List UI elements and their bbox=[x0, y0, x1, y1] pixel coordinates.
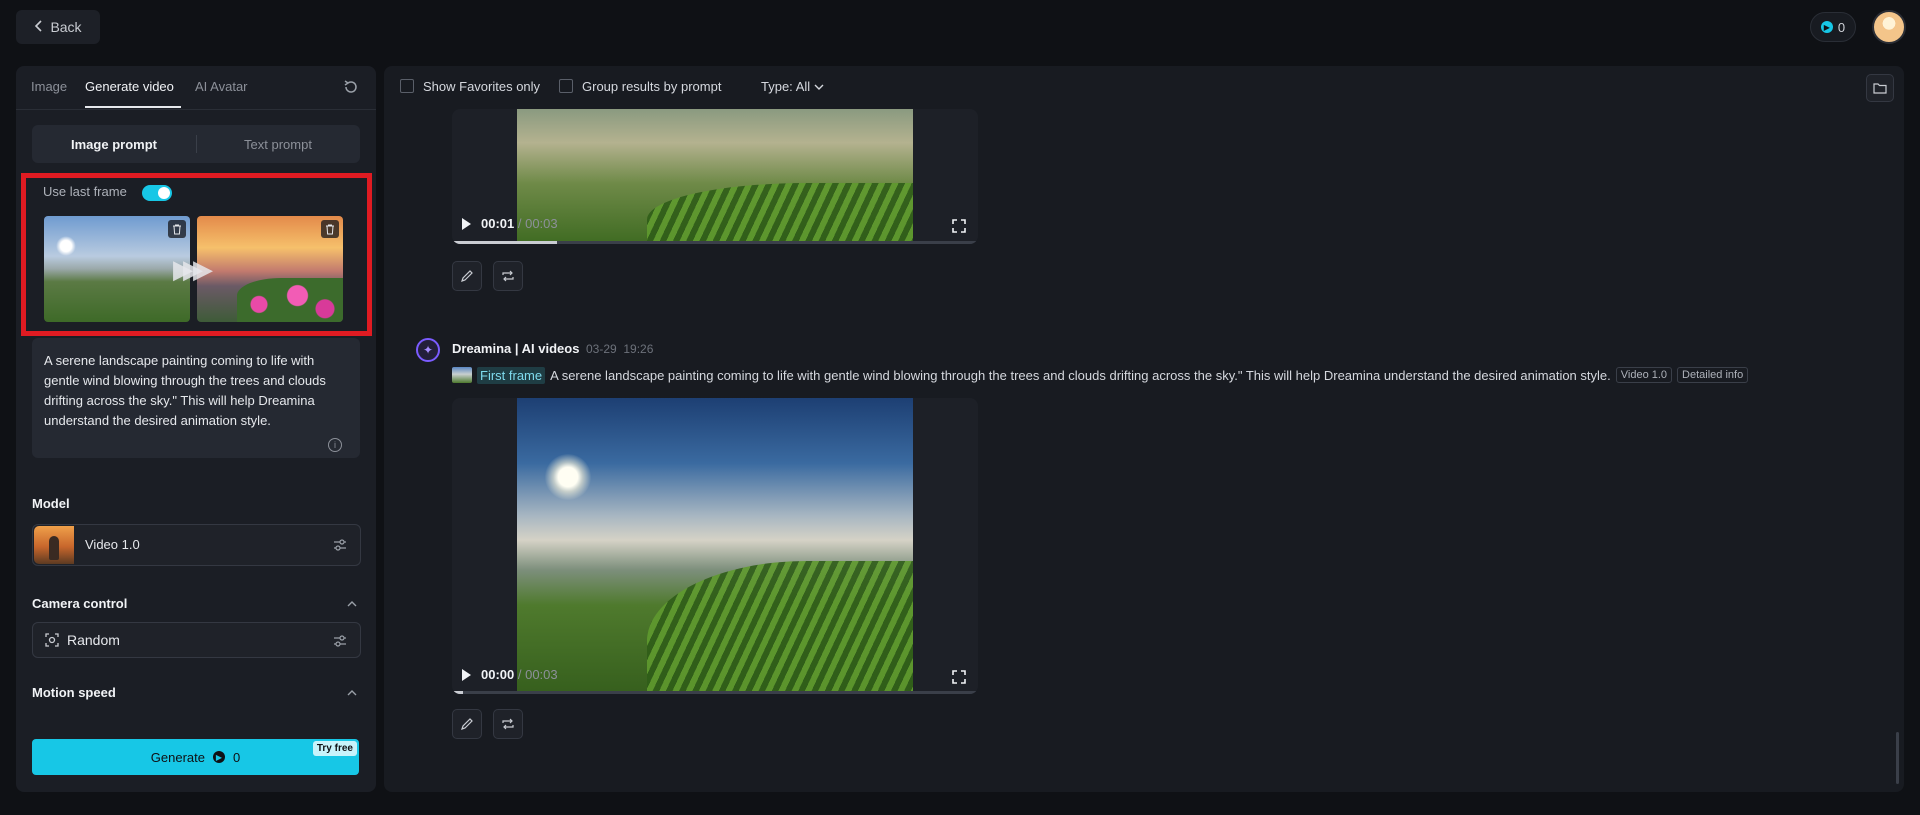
message-prompt-text: A serene landscape painting coming to li… bbox=[550, 367, 1611, 383]
message-prompt: First frame A serene landscape painting … bbox=[452, 364, 1749, 386]
credit-coin-icon: ▶ bbox=[1820, 21, 1833, 33]
prompt-mode-switch: Image prompt Text prompt bbox=[32, 125, 360, 163]
edit-icon[interactable] bbox=[452, 261, 482, 291]
detailed-info-tag[interactable]: Detailed info bbox=[1677, 367, 1749, 383]
back-label: Back bbox=[50, 19, 82, 35]
mode-tabs: Image Generate video AI Avatar bbox=[16, 66, 376, 110]
camera-value: Random bbox=[67, 632, 120, 648]
generate-label: Generate bbox=[150, 749, 205, 765]
message-timestamp: 03-29 19:26 bbox=[586, 342, 654, 356]
favorites-checkbox[interactable] bbox=[400, 79, 414, 93]
info-icon[interactable]: i bbox=[328, 438, 342, 452]
favorites-label[interactable]: Show Favorites only bbox=[423, 79, 540, 94]
try-free-badge: Try free bbox=[312, 741, 357, 756]
video-duration: / 00:03 bbox=[517, 216, 558, 231]
tab-image[interactable]: Image bbox=[31, 79, 67, 94]
fullscreen-icon[interactable] bbox=[952, 670, 966, 684]
prompt-textarea[interactable]: A serene landscape painting coming to li… bbox=[32, 338, 360, 458]
credits-count: 0 bbox=[1837, 19, 1846, 35]
video-progress-fill bbox=[452, 241, 558, 244]
folder-icon[interactable] bbox=[1866, 74, 1894, 102]
tab-ai-avatar[interactable]: AI Avatar bbox=[195, 79, 248, 94]
type-filter-dropdown[interactable]: Type: All bbox=[761, 79, 824, 94]
last-frame-image[interactable] bbox=[197, 216, 343, 322]
active-tab-indicator bbox=[85, 106, 181, 108]
video-frame bbox=[517, 398, 913, 694]
video-controls: 00:01 / 00:03 bbox=[462, 216, 558, 231]
regenerate-icon[interactable] bbox=[493, 709, 523, 739]
reset-icon[interactable] bbox=[342, 78, 360, 96]
first-frame-thumbnail[interactable] bbox=[452, 367, 472, 383]
regenerate-icon[interactable] bbox=[493, 261, 523, 291]
settings-sliders-icon[interactable] bbox=[332, 633, 348, 649]
video-progress-bar[interactable] bbox=[452, 691, 978, 694]
tea-rows-graphic bbox=[647, 560, 913, 694]
text-prompt-button[interactable]: Text prompt bbox=[198, 125, 358, 163]
avatar[interactable] bbox=[1872, 10, 1906, 44]
first-frame-label[interactable]: First frame bbox=[477, 366, 546, 384]
model-tag[interactable]: Video 1.0 bbox=[1615, 367, 1673, 383]
generate-button[interactable]: Generate ▶ 0 Try free bbox=[32, 739, 359, 775]
back-button[interactable]: Back bbox=[16, 10, 100, 44]
message-author: Dreamina | AI videos bbox=[452, 341, 580, 356]
divider bbox=[196, 135, 197, 153]
chevron-left-icon bbox=[34, 19, 44, 35]
transition-arrow-icon: ▶▶▶ bbox=[173, 254, 213, 284]
model-select[interactable]: Video 1.0 bbox=[32, 524, 361, 566]
sun-graphic bbox=[56, 236, 76, 256]
group-label[interactable]: Group results by prompt bbox=[582, 79, 721, 94]
results-panel: Show Favorites only Group results by pro… bbox=[384, 66, 1904, 792]
credit-coin-icon: ▶ bbox=[212, 751, 225, 763]
tea-rows-graphic bbox=[647, 183, 913, 244]
chevron-up-icon[interactable] bbox=[346, 686, 358, 698]
edit-icon[interactable] bbox=[452, 709, 482, 739]
image-prompt-button[interactable]: Image prompt bbox=[34, 125, 194, 163]
video-progress-bar[interactable] bbox=[452, 241, 978, 244]
prompt-text: A serene landscape painting coming to li… bbox=[44, 353, 326, 428]
generate-cost: 0 bbox=[232, 749, 241, 765]
sun-graphic bbox=[545, 454, 591, 500]
model-name: Video 1.0 bbox=[85, 537, 140, 552]
video-progress-fill bbox=[452, 691, 463, 694]
use-last-frame-label: Use last frame bbox=[43, 184, 127, 199]
chevron-down-icon bbox=[814, 84, 824, 90]
chevron-up-icon[interactable] bbox=[346, 597, 358, 609]
play-icon[interactable] bbox=[462, 668, 471, 681]
video-current-time: 00:00 bbox=[481, 667, 515, 682]
video-player-previous[interactable]: 00:01 / 00:03 bbox=[452, 109, 978, 244]
play-icon[interactable] bbox=[462, 217, 471, 230]
scrollbar[interactable] bbox=[1896, 732, 1899, 784]
type-filter-label: Type: All bbox=[761, 79, 811, 94]
trash-icon[interactable] bbox=[168, 220, 186, 238]
credits-badge[interactable]: ▶ 0 bbox=[1810, 12, 1856, 42]
flowers-graphic bbox=[237, 278, 343, 322]
camera-control-title: Camera control bbox=[32, 596, 128, 611]
dreamina-logo-icon: ✦ bbox=[416, 338, 440, 362]
video-controls: 00:00 / 00:03 bbox=[462, 667, 558, 682]
motion-speed-title: Motion speed bbox=[32, 685, 116, 700]
camera-control-select[interactable]: Random bbox=[32, 622, 361, 658]
video-duration: / 00:03 bbox=[517, 667, 558, 682]
group-checkbox[interactable] bbox=[559, 79, 573, 93]
video-player[interactable]: 00:00 / 00:03 bbox=[452, 398, 978, 694]
model-thumbnail bbox=[34, 526, 74, 564]
filter-bar: Show Favorites only Group results by pro… bbox=[384, 66, 1904, 108]
video-frame bbox=[517, 109, 913, 244]
first-frame-image[interactable] bbox=[44, 216, 190, 322]
use-last-frame-toggle[interactable] bbox=[142, 185, 172, 201]
settings-sliders-icon[interactable] bbox=[332, 537, 348, 553]
tab-generate-video[interactable]: Generate video bbox=[85, 79, 174, 94]
camera-focus-icon bbox=[45, 633, 59, 647]
model-title: Model bbox=[32, 496, 70, 511]
generation-panel: Image Generate video AI Avatar Image pro… bbox=[16, 66, 376, 792]
video-current-time: 00:01 bbox=[481, 216, 515, 231]
trash-icon[interactable] bbox=[321, 220, 339, 238]
fullscreen-icon[interactable] bbox=[952, 219, 966, 233]
